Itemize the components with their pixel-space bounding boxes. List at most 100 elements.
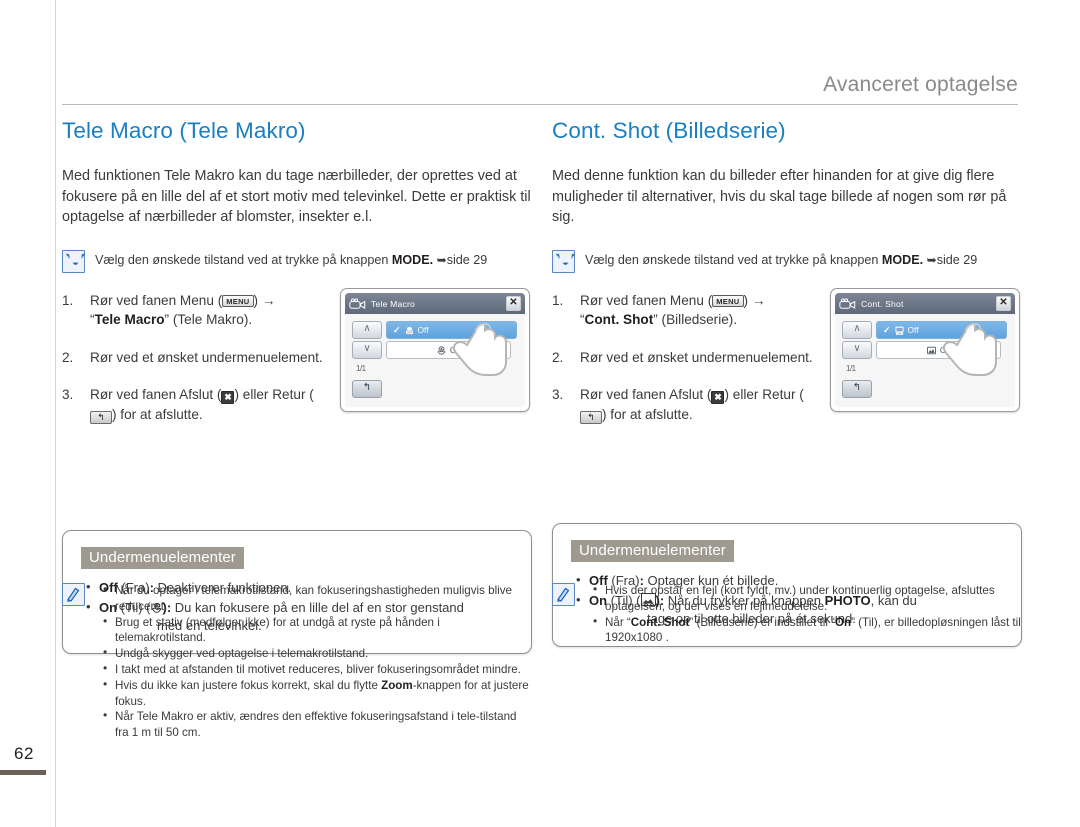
note-list-left: Når du optager i telemakrotilstand, kan … [95,582,532,741]
step-rest-text: ” (Tele Makro). [164,312,253,327]
lcd-screen-cont-shot: Cont. Shot ✕ ∧ ∨ 1/1 ↰ ✓ OFF Off On [830,288,1020,412]
step-bold-term: Tele Macro [94,312,165,327]
step-mid-text: ) eller Retur ( [234,387,314,402]
step-pre-text: Rør ved fanen Menu ( [580,292,713,308]
page-indicator: 1/1 [356,364,366,373]
note-item: Når du optager i telemakrotilstand, kan … [103,582,532,615]
step-pre-text: Rør ved fanen Menu ( [90,292,223,308]
checkmark-icon: ✓ [393,324,401,335]
lcd-title-text: Tele Macro [371,298,416,309]
lcd-title-bar: Tele Macro ✕ [345,293,525,314]
manual-page: 62 Avanceret optagelse Tele Macro (Tele … [0,0,1080,827]
check-v-icon [552,249,575,273]
back-button[interactable]: ↰ [352,380,382,398]
menu-option-label: Off [417,325,429,335]
tip-bold-mode: MODE. [881,252,924,267]
note-pen-icon [552,583,575,606]
arrow-right-icon: ➥ [926,252,937,267]
column-cont-shot: Cont. Shot (Billedserie) Med denne funkt… [552,118,1022,647]
step-number: 2. [62,349,74,365]
return-icon: ↰ [580,410,602,424]
step-rest-text: ” (Billedserie). [653,312,738,327]
note-item: Undgå skygger ved optagelse i telemakrot… [103,645,532,662]
menu-option-on[interactable]: On [876,341,1001,359]
scroll-up-button[interactable]: ∧ [842,321,872,339]
tip-text-before: Vælg den ønskede tilstand ved at trykke … [585,252,882,267]
close-icon[interactable]: ✕ [996,296,1011,311]
note-item: Hvis der opstår en fejl (kort fyldt, mv.… [593,582,1022,615]
tip-bold-mode: MODE. [391,252,434,267]
step-number: 2. [552,349,564,365]
note-pen-glyph [557,587,570,602]
lcd-body: ∧ ∨ 1/1 ↰ ✓ OFF Off On [345,314,525,407]
running-head: Avanceret optagelse [823,73,1018,96]
tip-text-after: side 29 [446,252,488,267]
camcorder-icon [839,297,856,309]
close-x-icon: ✖ [711,391,725,404]
mode-tip-text-right: Vælg den ønskede tilstand ved at trykke … [585,250,977,269]
intro-paragraph-left: Med funktionen Tele Makro kan du tage næ… [62,168,531,225]
menu-option-off[interactable]: ✓ OFF Off [876,321,1007,339]
page-number: 62 [14,744,34,763]
menu-option-on[interactable]: On [386,341,511,359]
notes-block-left: Når du optager i telemakrotilstand, kan … [62,582,532,741]
menu-option-label: On [939,345,952,355]
svg-text:OFF: OFF [406,330,412,334]
step-text: Rør ved fanen Menu (MENU) → “Tele Macro” … [90,291,330,330]
step-post-text: ) for at afslutte. [112,406,203,422]
scroll-up-button[interactable]: ∧ [352,321,382,339]
camcorder-icon [349,297,366,309]
note-pen-icon [62,583,85,606]
menu-button-icon: MENU [222,294,254,307]
step-text: Rør ved fanen Afslut (✖) eller Retur (↰)… [580,385,820,424]
step-number: 3. [62,387,74,402]
intro-paragraph-right: Med denne funktion kan du billeder efter… [552,168,1007,225]
step-item: 2. Rør ved et ønsket undermenuelement. [62,348,330,368]
note-item: I takt med at afstanden til motivet redu… [103,661,532,678]
step-item: 2. Rør ved et ønsket undermenuelement. [552,348,820,368]
step-item: 1. Rør ved fanen Menu (MENU) → “Cont. Sho… [552,291,820,330]
back-button[interactable]: ↰ [842,380,872,398]
note-item: Når Tele Makro er aktiv, ændres den effe… [103,708,532,741]
scroll-down-button[interactable]: ∨ [842,341,872,359]
lcd-screen-tele-macro: Tele Macro ✕ ∧ ∨ 1/1 ↰ ✓ OFF Off On [340,288,530,412]
step-item: 3. Rør ved fanen Afslut (✖) eller Retur … [552,385,820,424]
tip-text-after: side 29 [936,252,978,267]
step-mid-text: ) → [743,292,766,308]
menu-option-label: On [449,345,462,355]
cont-shot-on-icon [926,346,936,354]
page-title-left: Tele Macro (Tele Makro) [62,118,306,143]
lcd-inner: Tele Macro ✕ ∧ ∨ 1/1 ↰ ✓ OFF Off On [345,293,525,407]
note-item: Hvis du ikke kan justere fokus korrekt, … [103,677,532,710]
step-pre-text: Rør ved fanen Afslut ( [90,387,222,402]
return-icon: ↰ [90,410,112,424]
menu-button-icon: MENU [712,294,744,307]
tip-text-before: Vælg den ønskede tilstand ved at trykke … [95,252,392,267]
svg-text:OFF: OFF [897,333,902,335]
submenu-heading: Undermenuelementer [571,540,734,562]
step-mid-text: ) eller Retur ( [724,387,804,402]
step-text: Rør ved et ønsket undermenuelement. [90,349,323,365]
steps-list-right: 1. Rør ved fanen Menu (MENU) → “Cont. Sho… [552,291,820,425]
step-text: Rør ved et ønsket undermenuelement. [580,349,813,365]
scroll-down-button[interactable]: ∨ [352,341,382,359]
step-text: Rør ved fanen Menu (MENU) → “Cont. Shot” … [580,291,820,330]
page-title-right: Cont. Shot (Billedserie) [552,118,786,143]
notes-block-right: Hvis der opstår en fejl (kort fyldt, mv.… [552,582,1022,646]
close-x-icon: ✖ [221,391,235,404]
note-pen-glyph [67,587,80,602]
checkmark-icon: ✓ [883,324,891,335]
step-text: Rør ved fanen Afslut (✖) eller Retur ( ↰)… [90,385,330,424]
arrow-right-icon: ➥ [436,252,447,267]
lcd-title-text: Cont. Shot [861,298,904,309]
column-tele-macro: Tele Macro (Tele Makro) Med funktionen T… [62,118,532,654]
mode-tip-left: Vælg den ønskede tilstand ved at trykke … [62,249,532,273]
step-number: 1. [552,292,564,308]
step-number: 3. [552,387,564,402]
close-icon[interactable]: ✕ [506,296,521,311]
step-item: 1. Rør ved fanen Menu (MENU) → “Tele Macr… [62,291,330,330]
mode-tip-right: Vælg den ønskede tilstand ved at trykke … [552,249,1022,273]
step-pre-text: Rør ved fanen Afslut ( [580,387,712,402]
mode-tip-text-left: Vælg den ønskede tilstand ved at trykke … [95,250,487,269]
menu-option-off[interactable]: ✓ OFF Off [386,321,517,339]
